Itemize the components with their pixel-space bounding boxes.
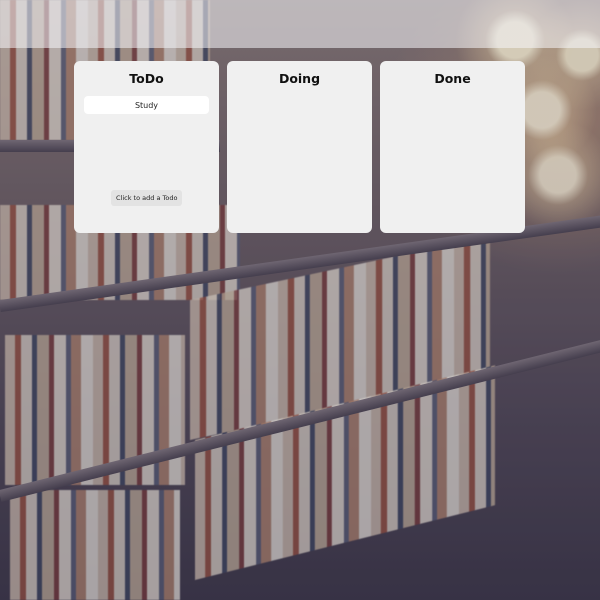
column-done: Done xyxy=(380,61,525,233)
header-band xyxy=(0,0,600,48)
todo-card[interactable]: Study xyxy=(84,96,209,114)
add-todo-button[interactable]: Click to add a Todo xyxy=(111,190,183,206)
column-todo: ToDo Study Click to add a Todo xyxy=(74,61,219,233)
column-title: ToDo xyxy=(129,71,164,86)
column-doing: Doing xyxy=(227,61,372,233)
column-title: Doing xyxy=(278,71,321,86)
kanban-board: ToDo Study Click to add a Todo Doing Don… xyxy=(74,61,525,233)
column-title: Done xyxy=(434,71,471,86)
